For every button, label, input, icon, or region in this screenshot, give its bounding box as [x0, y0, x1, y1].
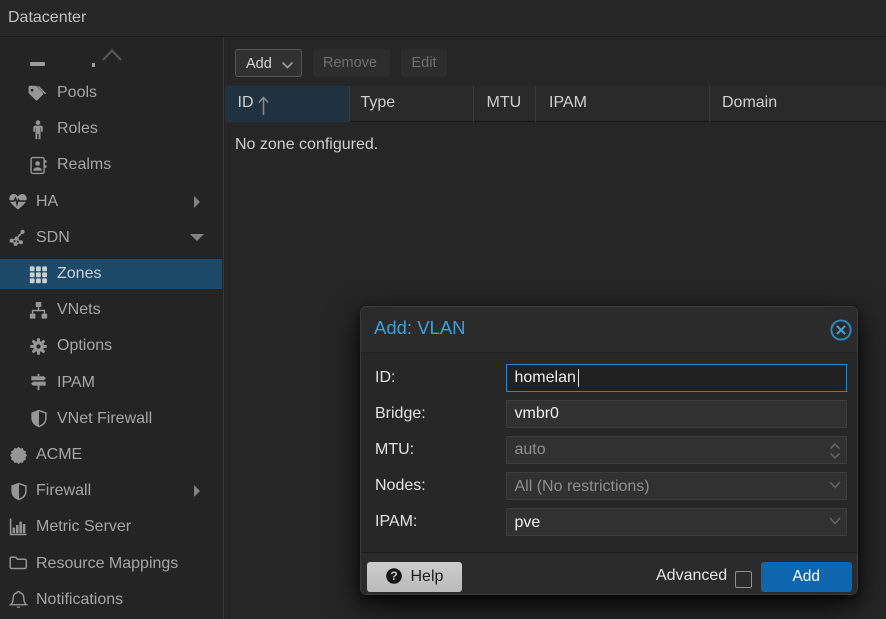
svg-text:?: ? [390, 569, 397, 583]
